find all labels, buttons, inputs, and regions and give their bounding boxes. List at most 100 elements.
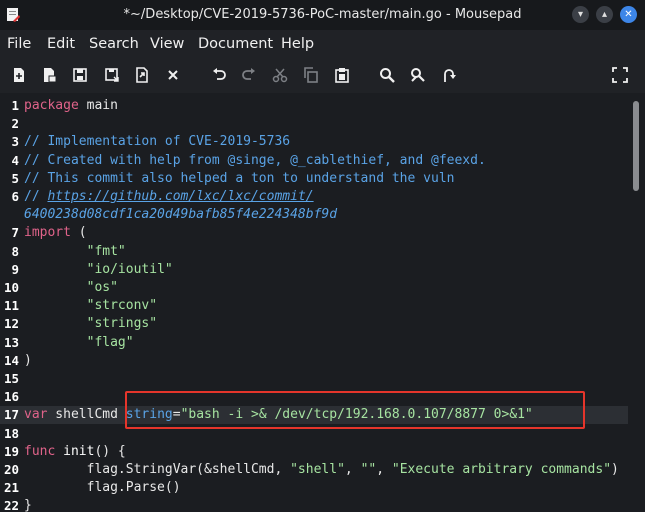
code-line[interactable]: 1 package main <box>0 97 628 115</box>
line-number: 2 <box>11 116 19 132</box>
open-icon[interactable] <box>72 67 88 83</box>
menu-document[interactable]: Document <box>198 36 273 52</box>
code-token: "shell" <box>290 462 345 477</box>
code-line[interactable]: 11 "strconv" <box>0 297 628 315</box>
fullscreen-icon[interactable] <box>612 67 628 83</box>
paste-icon[interactable] <box>334 67 350 83</box>
code-token: // This commit also helped a ton to unde… <box>24 170 455 186</box>
undo-icon[interactable] <box>211 67 227 83</box>
code-line[interactable]: 5 // This commit also helped a ton to und… <box>0 170 628 188</box>
code-token: package <box>24 98 79 113</box>
line-number: 12 <box>3 316 19 332</box>
code-line[interactable]: 2 <box>0 115 628 133</box>
code-text: "os" <box>24 279 118 297</box>
code-token: "" <box>360 462 377 477</box>
code-token: ( <box>70 225 87 241</box>
code-token: flag.Parse() <box>24 480 181 496</box>
annotation-highlight-box <box>125 391 585 429</box>
code-token: ) <box>611 462 619 477</box>
menu-view[interactable]: View <box>150 36 184 52</box>
menu-search[interactable]: Search <box>89 36 139 52</box>
menu-help[interactable]: Help <box>281 36 314 52</box>
line-number: 1 <box>11 98 19 113</box>
title-bar: *~/Desktop/CVE-2019-5736-PoC-master/main… <box>0 0 645 30</box>
code-line[interactable]: 14) <box>0 352 628 370</box>
code-text: "io/ioutil" <box>24 261 173 279</box>
code-token: "strings" <box>86 316 158 332</box>
code-line[interactable]: 4 // Created with help from @singe, @_cab… <box>0 152 628 170</box>
line-number: 20 <box>3 462 19 477</box>
text-editor-area[interactable]: 1 package main 2 3 // Implementation of CVE-… <box>0 94 628 512</box>
code-text: // https://github.com/lxc/lxc/commit/ <box>24 188 314 206</box>
code-line[interactable]: 7 import ( <box>0 224 628 242</box>
search-icon[interactable] <box>379 67 395 83</box>
line-number: 18 <box>3 425 19 441</box>
minimize-button[interactable]: ▾ <box>572 6 589 23</box>
new-document-icon[interactable] <box>11 67 27 83</box>
code-token: "os" <box>86 280 118 295</box>
code-line[interactable]: 12 "strings" <box>0 315 628 333</box>
copy-icon[interactable] <box>303 67 319 83</box>
code-text: flag.StringVar(&shellCmd, "shell", "", "… <box>24 461 619 479</box>
code-token: init <box>55 443 95 459</box>
code-line[interactable]: 20 flag.StringVar(&shellCmd, "shell", ""… <box>0 461 628 479</box>
code-line[interactable]: 3 // Implementation of CVE-2019-5736 <box>0 133 628 151</box>
redo-icon[interactable] <box>241 67 257 83</box>
close-icon: ✕ <box>624 8 633 20</box>
code-line[interactable]: 9 "io/ioutil" <box>0 261 628 279</box>
code-line[interactable]: 6 // https://github.com/lxc/lxc/commit/ <box>0 188 628 206</box>
line-number: 19 <box>3 443 19 459</box>
cut-icon[interactable] <box>272 67 288 83</box>
code-text: ) <box>24 352 32 370</box>
line-number: 21 <box>3 480 19 496</box>
code-line[interactable]: 13 "flag" <box>0 334 628 352</box>
code-token: "Execute arbitrary commands" <box>391 462 612 477</box>
line-number: 11 <box>3 298 19 314</box>
code-token: https://github.com/lxc/lxc/commit/ <box>47 189 314 204</box>
new-window-icon[interactable] <box>41 67 57 83</box>
code-token: // Created with help from @singe, @_cabl… <box>24 152 486 168</box>
line-number: 5 <box>11 170 19 186</box>
line-number: 10 <box>3 280 19 295</box>
code-token: main <box>78 98 118 113</box>
code-text: import ( <box>24 224 87 242</box>
code-line[interactable]: 6400238d08cdf1ca20d49bafb85f4e224348bf9d <box>0 206 628 224</box>
scrollbar-thumb[interactable] <box>633 101 639 191</box>
close-button[interactable]: ✕ <box>620 6 637 23</box>
code-text: package main <box>24 97 118 115</box>
code-line[interactable]: 10 "os" <box>0 279 628 297</box>
menu-file[interactable]: File <box>7 36 31 52</box>
code-line[interactable]: 15 <box>0 370 628 388</box>
code-token: "io/ioutil" <box>86 261 173 277</box>
code-line[interactable]: 22} <box>0 497 628 512</box>
code-text: "flag" <box>24 334 134 352</box>
search-replace-icon[interactable] <box>410 67 426 83</box>
save-as-icon[interactable] <box>134 67 150 83</box>
line-number: 17 <box>3 407 19 423</box>
code-text: 6400238d08cdf1ca20d49bafb85f4e224348bf9d <box>24 206 337 224</box>
menu-edit[interactable]: Edit <box>47 36 75 52</box>
line-number: 14 <box>3 352 19 368</box>
line-number: 9 <box>11 261 19 277</box>
maximize-button[interactable]: ▴ <box>596 6 613 23</box>
close-document-icon[interactable] <box>165 67 181 83</box>
save-icon[interactable] <box>104 67 120 83</box>
menu-bar: File Edit Search View Document Help <box>0 30 645 58</box>
maximize-icon: ▴ <box>601 8 608 20</box>
code-line[interactable]: 8 "fmt" <box>0 243 628 261</box>
go-to-line-icon[interactable] <box>441 67 457 83</box>
code-token: } <box>24 498 32 512</box>
code-token: , <box>376 462 392 477</box>
line-number: 8 <box>11 243 19 259</box>
code-text: "strconv" <box>24 297 157 315</box>
code-line[interactable]: 21 flag.Parse() <box>0 479 628 497</box>
code-line[interactable]: 19 func init() { <box>0 443 628 461</box>
code-token: "flag" <box>86 334 134 350</box>
line-number: 3 <box>11 134 19 150</box>
code-token: () { <box>94 443 126 459</box>
code-token: "fmt" <box>86 243 126 259</box>
